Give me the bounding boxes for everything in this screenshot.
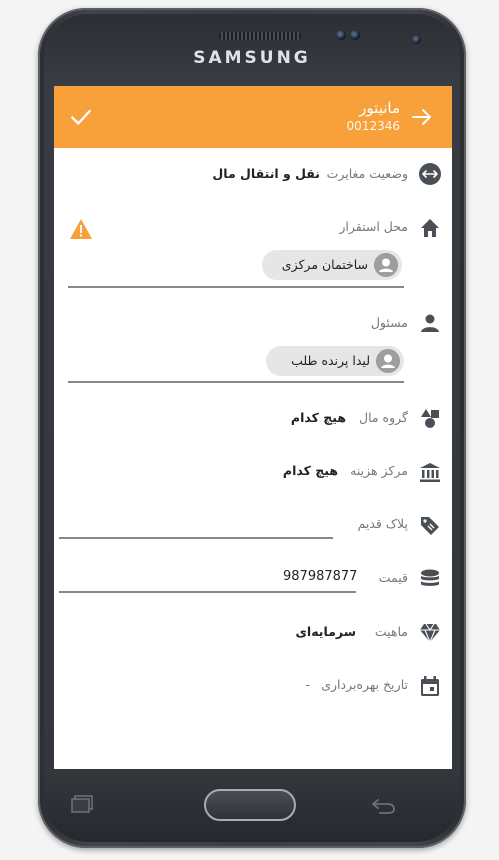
cost-center-value[interactable]: هیچ کدام	[283, 463, 338, 478]
back-icon[interactable]	[370, 797, 396, 815]
transfer-icon	[419, 163, 441, 185]
earpiece-speaker	[219, 32, 301, 40]
nature-label: ماهیت	[374, 624, 408, 639]
sensor-icon	[350, 30, 360, 40]
cost-center-label: مرکز هزینه	[350, 463, 408, 478]
location-chip[interactable]: ساختمان مرکزی	[262, 250, 402, 280]
diamond-icon	[420, 623, 440, 644]
recent-apps-icon[interactable]	[70, 794, 96, 814]
home-icon	[421, 219, 439, 237]
responsible-underline	[68, 381, 404, 383]
shapes-icon	[421, 409, 439, 428]
usage-date-label: تاریخ بهره‌برداری	[321, 677, 408, 692]
avatar-icon	[374, 253, 398, 277]
tag-icon	[421, 517, 439, 535]
arrow-forward-icon[interactable]	[410, 105, 434, 129]
location-label: محل استقرار	[339, 219, 408, 234]
responsible-label: مسئول	[370, 315, 408, 330]
responsible-chip[interactable]: لیدا پرنده طلب	[266, 346, 404, 376]
check-icon[interactable]	[68, 104, 94, 130]
app-screen: مانیتور 0012346 وضعیت مغایرت نقل و انتقا…	[54, 86, 452, 769]
front-camera-icon	[412, 35, 421, 44]
avatar-icon	[376, 349, 400, 373]
location-chip-text: ساختمان مرکزی	[281, 257, 368, 272]
usage-date-value[interactable]: -	[305, 677, 310, 692]
nature-value[interactable]: سرمایه‌ای	[295, 624, 356, 639]
status-value[interactable]: نقل و انتقال مال	[212, 166, 320, 181]
person-icon	[421, 314, 439, 332]
old-tag-underline	[59, 537, 333, 539]
app-bar: مانیتور 0012346	[54, 86, 452, 148]
price-underline	[59, 591, 356, 593]
responsible-chip-text: لیدا پرنده طلب	[291, 353, 370, 368]
asset-group-label: گروه مال	[359, 410, 408, 425]
bank-icon	[420, 463, 440, 482]
calendar-icon	[421, 676, 439, 696]
price-label: قیمت	[378, 570, 408, 585]
price-input[interactable]: 987987877	[283, 569, 357, 584]
status-label: وضعیت مغایرت	[326, 166, 408, 181]
asset-group-value[interactable]: هیچ کدام	[291, 410, 346, 425]
warning-icon[interactable]	[69, 218, 93, 240]
page-title: مانیتور	[359, 99, 400, 117]
title-block: مانیتور 0012346	[347, 98, 400, 134]
location-underline	[68, 286, 404, 288]
home-button[interactable]	[204, 789, 296, 821]
device-brand: SAMSUNG	[193, 48, 311, 68]
asset-code: 0012346	[346, 119, 400, 133]
coins-icon	[421, 569, 439, 586]
old-tag-label: پلاک قدیم	[357, 516, 408, 531]
sensor-icon	[336, 30, 346, 40]
